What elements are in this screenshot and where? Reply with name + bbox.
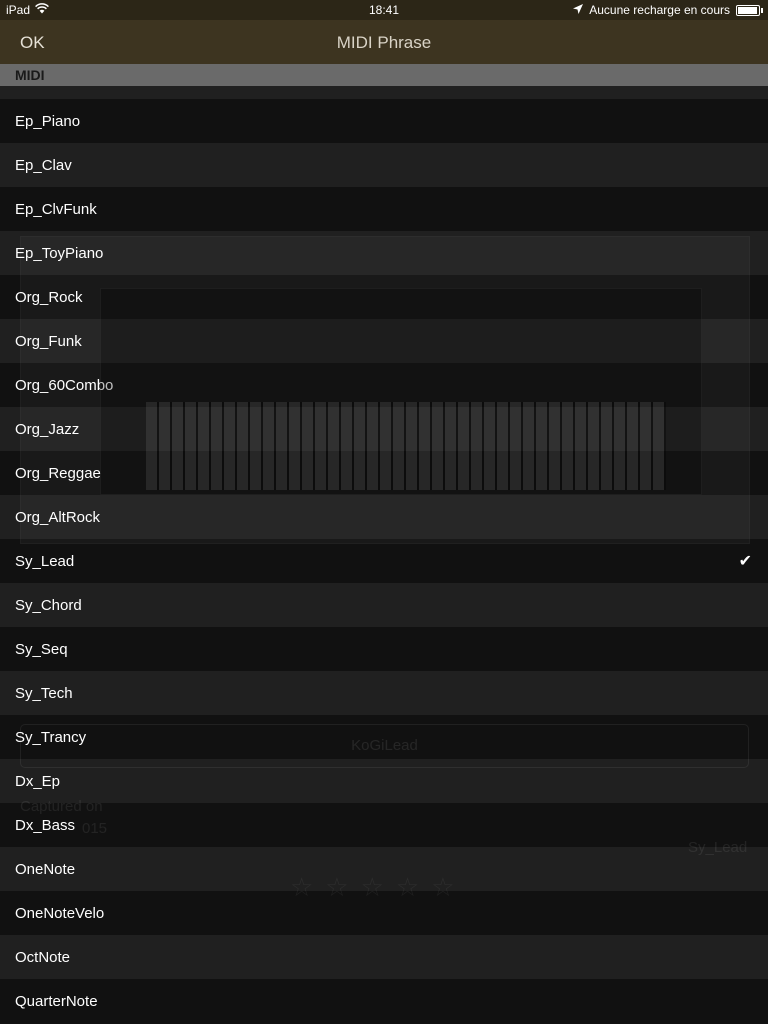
- page-title: MIDI Phrase: [336, 33, 432, 52]
- location-arrow-icon: [573, 3, 584, 17]
- list-item-label: OneNoteVelo: [15, 905, 105, 922]
- section-header-midi: MIDI: [0, 64, 768, 86]
- list-item[interactable]: Sy_Lead ✔: [0, 539, 768, 583]
- list-item[interactable]: Dx_Ep: [0, 759, 768, 803]
- list-item[interactable]: Sy_Tech: [0, 671, 768, 715]
- list-item[interactable]: Dx_Bass: [0, 803, 768, 847]
- section-header-label: MIDI: [15, 67, 45, 83]
- list-item[interactable]: Org_60Combo: [0, 363, 768, 407]
- list-item-label: OctNote: [15, 949, 71, 966]
- list-item-label: OneNote: [15, 861, 76, 878]
- list-item-label: Ep_ToyPiano: [15, 245, 104, 262]
- list-item-label: Ep_Clav: [15, 157, 72, 174]
- list-item[interactable]: Ep_ToyPiano: [0, 231, 768, 275]
- list-item-label: Org_Rock: [15, 289, 83, 306]
- battery-icon: [736, 4, 763, 16]
- list-item-label: Dx_Ep: [15, 773, 61, 790]
- phrase-rows: Ep_Old2Ep_PianoEp_ClavEp_ClvFunkEp_ToyPi…: [0, 64, 768, 1023]
- list-item[interactable]: Sy_Trancy: [0, 715, 768, 759]
- list-item-label: Sy_Chord: [15, 597, 82, 614]
- list-item-label: Sy_Lead: [15, 553, 75, 570]
- checkmark-icon: ✔: [738, 553, 752, 570]
- list-item[interactable]: QuarterNote: [0, 979, 768, 1023]
- list-item[interactable]: OctNote: [0, 935, 768, 979]
- navigation-bar: OK MIDI Phrase: [0, 20, 768, 64]
- list-item[interactable]: OneNoteVelo: [0, 891, 768, 935]
- list-item[interactable]: OneNote: [0, 847, 768, 891]
- list-item-label: Org_Jazz: [15, 421, 80, 438]
- list-item-label: Org_Reggae: [15, 465, 101, 482]
- list-item[interactable]: Org_Rock: [0, 275, 768, 319]
- list-item-label: QuarterNote: [15, 993, 98, 1010]
- list-item[interactable]: Sy_Chord: [0, 583, 768, 627]
- list-item[interactable]: Org_Reggae: [0, 451, 768, 495]
- list-item-label: Sy_Tech: [15, 685, 73, 702]
- list-item-label: Sy_Seq: [15, 641, 68, 658]
- status-bar: iPad 18:41 Aucune recharge en cours: [0, 0, 768, 20]
- phrase-list[interactable]: MIDI Ep_Old2Ep_PianoEp_ClavEp_ClvFunkEp_…: [0, 64, 768, 1024]
- list-item-label: Org_Funk: [15, 333, 82, 350]
- list-item[interactable]: Ep_ClvFunk: [0, 187, 768, 231]
- list-item-label: Ep_Piano: [15, 113, 81, 130]
- battery-status-text: Aucune recharge en cours: [589, 3, 730, 17]
- list-item-label: Org_AltRock: [15, 509, 101, 526]
- list-item[interactable]: Org_Funk: [0, 319, 768, 363]
- list-item-label: Org_60Combo: [15, 377, 114, 394]
- list-item[interactable]: Org_Jazz: [0, 407, 768, 451]
- list-item-label: Sy_Trancy: [15, 729, 87, 746]
- list-item[interactable]: Sy_Seq: [0, 627, 768, 671]
- list-item[interactable]: Ep_Clav: [0, 143, 768, 187]
- list-item-label: Dx_Bass: [15, 817, 76, 834]
- list-item-label: Ep_ClvFunk: [15, 201, 97, 218]
- list-item[interactable]: Org_AltRock: [0, 495, 768, 539]
- list-item[interactable]: Ep_Piano: [0, 99, 768, 143]
- status-right: Aucune recharge en cours: [573, 3, 763, 17]
